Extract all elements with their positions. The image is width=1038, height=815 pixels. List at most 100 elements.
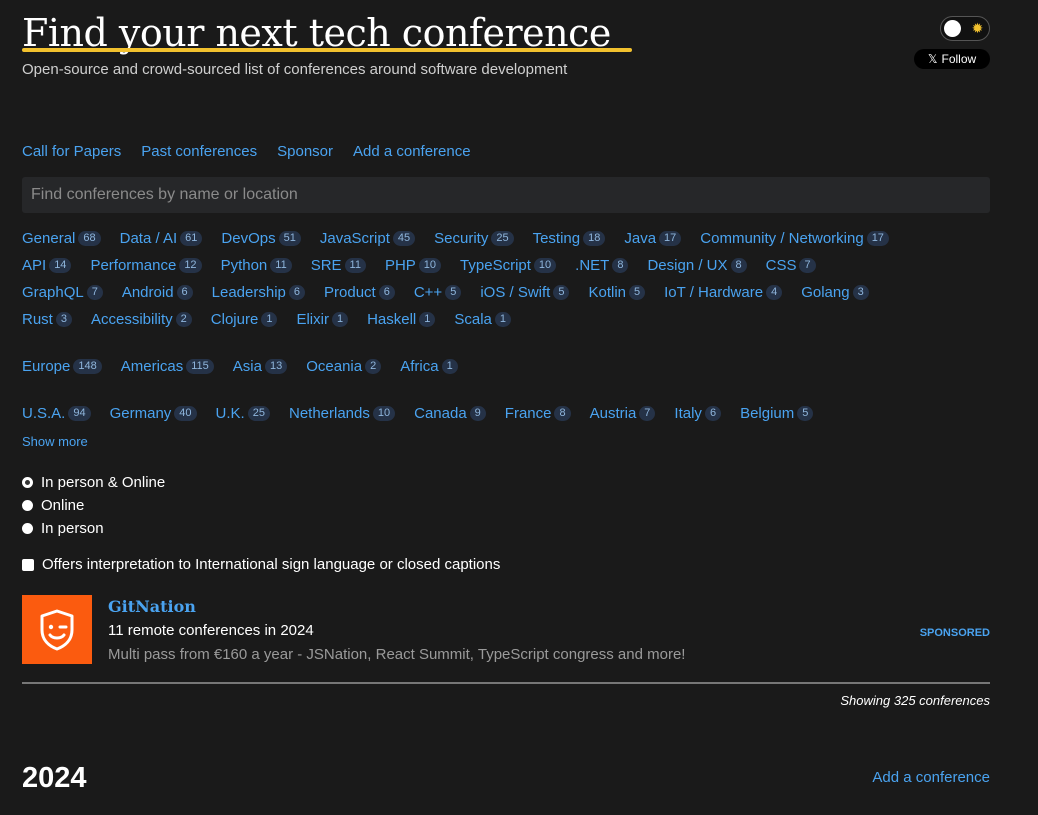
count-badge: 51: [278, 231, 301, 246]
topic-python[interactable]: Python 11: [221, 257, 292, 274]
country-germany[interactable]: Germany 40: [110, 405, 197, 422]
topic-api[interactable]: API 14: [22, 257, 72, 274]
country-canada[interactable]: Canada 9: [414, 405, 486, 422]
region-europe[interactable]: Europe 148: [22, 358, 102, 375]
topic-row: GraphQL 7 Android 6 Leadership 6 Product 6 C++ 5 i…: [22, 284, 888, 301]
topic-rust[interactable]: Rust 3: [22, 311, 72, 328]
accessibility-checkbox[interactable]: [22, 558, 34, 571]
topic-scala[interactable]: Scala 1: [454, 311, 512, 328]
topic-elixir[interactable]: Elixir 1: [296, 311, 349, 328]
region-oceania[interactable]: Oceania 2: [306, 358, 382, 375]
region-asia[interactable]: Asia 13: [233, 358, 288, 375]
count-badge: 3: [55, 312, 72, 327]
topic-javascript[interactable]: JavaScript 45: [320, 230, 416, 247]
year-heading: 2024: [22, 762, 87, 794]
topic-product[interactable]: Product 6: [324, 284, 395, 301]
region-africa[interactable]: Africa 1: [400, 358, 458, 375]
show-more-link[interactable]: Show more: [22, 434, 88, 449]
topic-ios-swift[interactable]: iOS / Swift 5: [480, 284, 570, 301]
radio-button[interactable]: [22, 523, 33, 534]
topic-performance[interactable]: Performance 12: [90, 257, 202, 274]
theme-toggle[interactable]: ✹: [940, 16, 990, 41]
topic-devops[interactable]: DevOps 51: [221, 230, 301, 247]
count-badge: 94: [68, 406, 91, 421]
nav-add-conference[interactable]: Add a conference: [353, 143, 471, 160]
tag-label: Security: [434, 230, 489, 247]
count-badge: 61: [180, 231, 203, 246]
topic-security[interactable]: Security 25: [434, 230, 514, 247]
topic-css[interactable]: CSS 7: [766, 257, 816, 274]
count-badge: 3: [852, 285, 869, 300]
topic-leadership[interactable]: Leadership 6: [211, 284, 306, 301]
count-badge: 12: [179, 258, 202, 273]
topic-graphql[interactable]: GraphQL 7: [22, 284, 103, 301]
nav-sponsor[interactable]: Sponsor: [277, 143, 333, 160]
sponsor-name-link[interactable]: GitNation: [108, 597, 196, 616]
radio-button[interactable]: [22, 477, 33, 488]
topic-data-ai[interactable]: Data / AI 61: [120, 230, 203, 247]
format-option-in-person[interactable]: In person: [22, 517, 165, 540]
topic-iot-hardware[interactable]: IoT / Hardware 4: [664, 284, 783, 301]
x-follow-button[interactable]: 𝕏 Follow: [914, 49, 990, 69]
topic-haskell[interactable]: Haskell 1: [367, 311, 436, 328]
tag-label: Haskell: [367, 311, 417, 328]
nav-past-conferences[interactable]: Past conferences: [141, 143, 257, 160]
topic-general[interactable]: General 68: [22, 230, 101, 247]
search-input[interactable]: [22, 177, 990, 213]
count-badge: 13: [264, 359, 288, 374]
gitnation-logo[interactable]: [22, 595, 92, 664]
count-badge: 6: [176, 285, 193, 300]
country-austria[interactable]: Austria 7: [590, 405, 656, 422]
tag-label: Africa: [400, 358, 439, 375]
count-badge: 9: [469, 406, 486, 421]
count-badge: 115: [186, 359, 214, 374]
format-option-online[interactable]: Online: [22, 494, 165, 517]
topic-golang[interactable]: Golang 3: [801, 284, 869, 301]
tag-label: Performance: [90, 257, 177, 274]
count-badge: 1: [419, 312, 436, 327]
country-italy[interactable]: Italy 6: [674, 405, 722, 422]
topic-java[interactable]: Java 17: [624, 230, 682, 247]
tag-label: France: [504, 405, 552, 422]
count-badge: 6: [704, 406, 722, 421]
country-u-s-a[interactable]: U.S.A. 94: [22, 405, 91, 422]
topic-accessibility[interactable]: Accessibility 2: [91, 311, 192, 328]
topic-kotlin[interactable]: Kotlin 5: [588, 284, 646, 301]
nav-call-for-papers[interactable]: Call for Papers: [22, 143, 121, 160]
tag-label: Golang: [801, 284, 850, 301]
topic-row: Rust 3 Accessibility 2 Clojure 1 Elixir 1 Haskel…: [22, 311, 530, 328]
tag-label: Leadership: [211, 284, 286, 301]
results-count: Showing 325 conferences: [840, 693, 990, 708]
country-u-k[interactable]: U.K. 25: [216, 405, 270, 422]
radio-button[interactable]: [22, 500, 33, 511]
count-badge: 10: [372, 406, 396, 421]
count-badge: 11: [270, 258, 292, 273]
count-badge: 25: [491, 231, 514, 246]
topic-net[interactable]: .NET 8: [575, 257, 629, 274]
tag-label: Java: [624, 230, 657, 247]
count-badge: 5: [553, 285, 570, 300]
count-badge: 1: [261, 312, 278, 327]
topic-design-ux[interactable]: Design / UX 8: [647, 257, 747, 274]
topic-community-networking[interactable]: Community / Networking 17: [700, 230, 889, 247]
topic-android[interactable]: Android 6: [122, 284, 193, 301]
divider: [22, 682, 990, 684]
accessibility-filter[interactable]: Offers interpretation to International s…: [22, 556, 500, 573]
country-belgium[interactable]: Belgium 5: [740, 405, 814, 422]
tag-label: CSS: [765, 257, 797, 274]
topic-c[interactable]: C++ 5: [414, 284, 462, 301]
topic-testing[interactable]: Testing 18: [533, 230, 606, 247]
topic-clojure[interactable]: Clojure 1: [211, 311, 278, 328]
topic-typescript[interactable]: TypeScript 10: [460, 257, 557, 274]
tag-label: General: [22, 230, 76, 247]
sponsored-badge: SPONSORED: [919, 627, 990, 639]
country-netherlands[interactable]: Netherlands 10: [288, 405, 396, 422]
region-americas[interactable]: Americas 115: [121, 358, 214, 375]
country-france[interactable]: France 8: [505, 405, 571, 422]
topic-php[interactable]: PHP 10: [385, 257, 442, 274]
count-badge: 6: [288, 285, 306, 300]
add-conference-link[interactable]: Add a conference: [872, 769, 990, 786]
format-option-in-person-online[interactable]: In person & Online: [22, 471, 165, 494]
topic-sre[interactable]: SRE 11: [311, 257, 366, 274]
tag-label: Netherlands: [288, 405, 370, 422]
